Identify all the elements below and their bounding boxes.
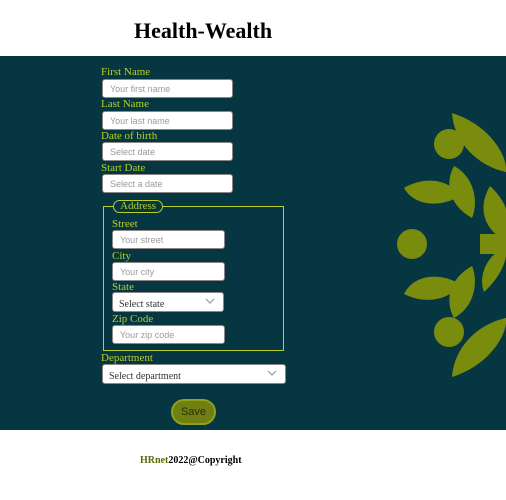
last-name-input[interactable] bbox=[102, 111, 233, 130]
state-select-value: Select state bbox=[119, 299, 165, 310]
city-input[interactable] bbox=[112, 262, 225, 281]
app-title: Health-Wealth bbox=[134, 18, 273, 43]
address-legend: Address bbox=[113, 200, 164, 213]
chevron-down-icon bbox=[267, 370, 277, 376]
zip-code-input[interactable] bbox=[112, 325, 225, 344]
first-name-label: First Name bbox=[101, 66, 151, 78]
chevron-down-icon bbox=[205, 298, 215, 304]
state-select[interactable]: Select state bbox=[112, 292, 224, 312]
street-label: Street bbox=[112, 218, 138, 230]
footer-brand: HRnet bbox=[140, 455, 169, 466]
save-button[interactable]: Save bbox=[171, 399, 216, 425]
last-name-label: Last Name bbox=[101, 98, 149, 110]
department-select[interactable]: Select department bbox=[102, 364, 286, 384]
start-date-input[interactable] bbox=[102, 174, 233, 193]
leaf-ornament-icon bbox=[397, 113, 506, 377]
zip-code-label: Zip Code bbox=[112, 313, 154, 325]
footer-copyright: 2022@Copyright bbox=[168, 455, 242, 466]
copyright-text: HRnet2022@Copyright bbox=[140, 455, 242, 466]
city-label: City bbox=[112, 250, 131, 262]
street-input[interactable] bbox=[112, 230, 225, 249]
page-footer: HRnet2022@Copyright bbox=[0, 430, 506, 500]
employee-form-panel: First Name Last Name Date of birth Start… bbox=[0, 56, 506, 430]
date-of-birth-label: Date of birth bbox=[101, 130, 158, 142]
date-of-birth-input[interactable] bbox=[102, 142, 233, 161]
department-select-value: Select department bbox=[109, 371, 181, 382]
department-label: Department bbox=[101, 352, 153, 364]
start-date-label: Start Date bbox=[101, 162, 146, 174]
page-header: Health-Wealth bbox=[0, 0, 506, 56]
first-name-input[interactable] bbox=[102, 79, 233, 98]
